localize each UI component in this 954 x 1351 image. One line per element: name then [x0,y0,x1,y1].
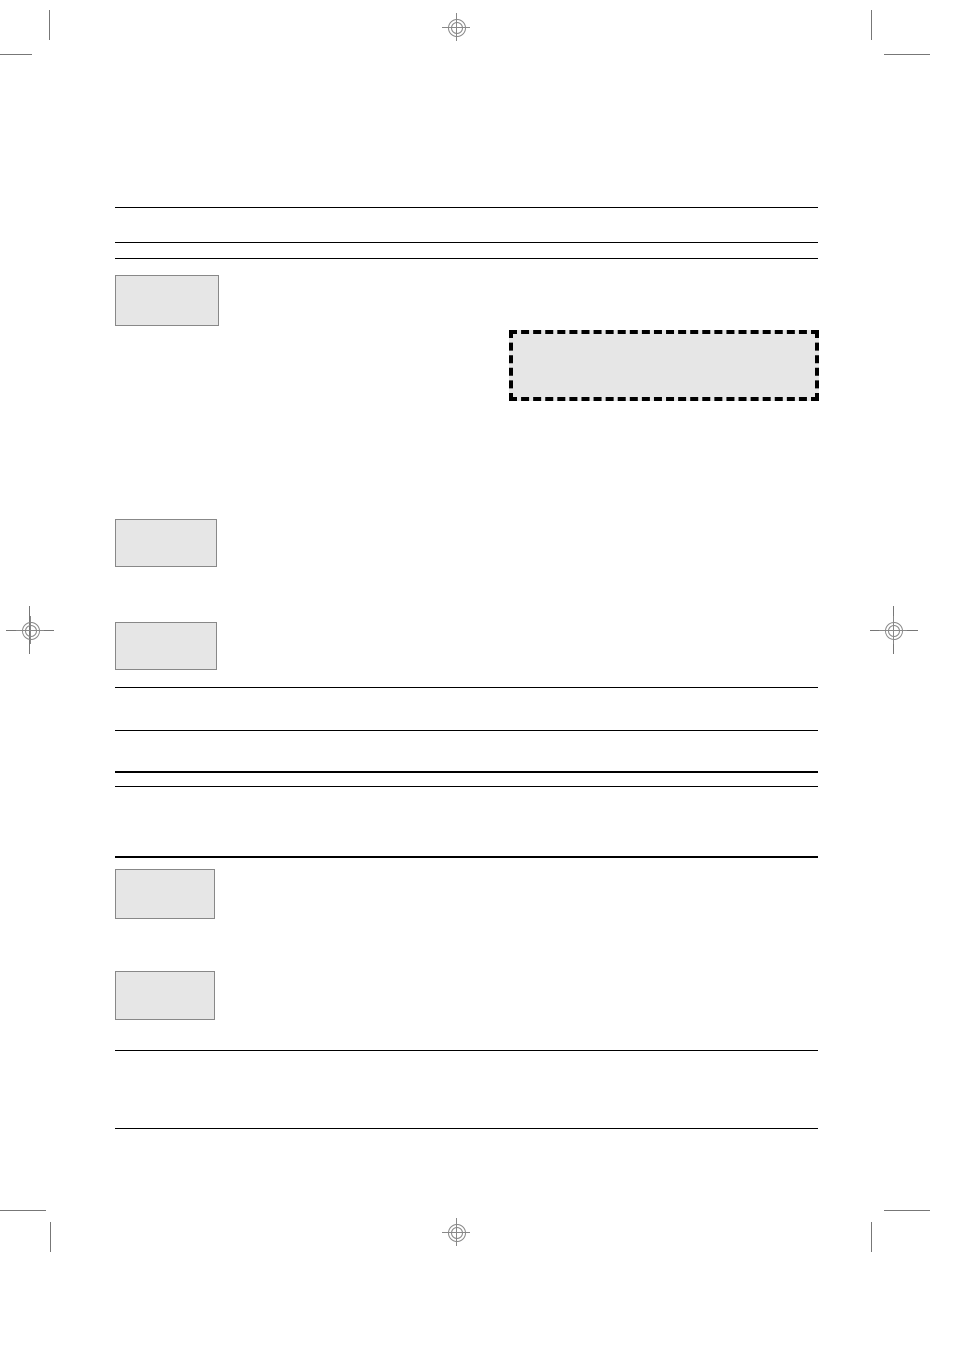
reg-bottom [442,1218,470,1246]
rule-r2t [115,242,818,243]
gray-box-2 [115,519,217,567]
page [0,0,954,1351]
cm-br-v [871,1222,872,1252]
gray-box-3 [115,622,217,670]
rule-r1 [115,207,818,208]
rule-r5b [115,1128,818,1129]
rule-r3t [115,687,818,688]
dashed-box [509,330,819,401]
cm-tl-v [49,10,50,40]
gray-box-1 [115,275,219,326]
rule-r3b [115,730,818,731]
reg-top [442,13,470,41]
cm-bl-v [50,1222,51,1252]
reg-ml-c [16,616,44,644]
reg-mr-c [879,616,907,644]
cm-tr-h [884,54,930,55]
cm-br-h [884,1210,930,1211]
rule-s1 [115,771,818,773]
rule-r2b [115,258,818,259]
rule-th1 [115,786,818,787]
gray-box-5 [115,971,215,1020]
cm-bl-h [0,1210,46,1211]
rule-s2 [115,856,818,858]
rule-r5t [115,1050,818,1051]
cm-tl-h [0,54,32,55]
gray-box-4 [115,869,215,919]
cm-tr-v [871,10,872,40]
